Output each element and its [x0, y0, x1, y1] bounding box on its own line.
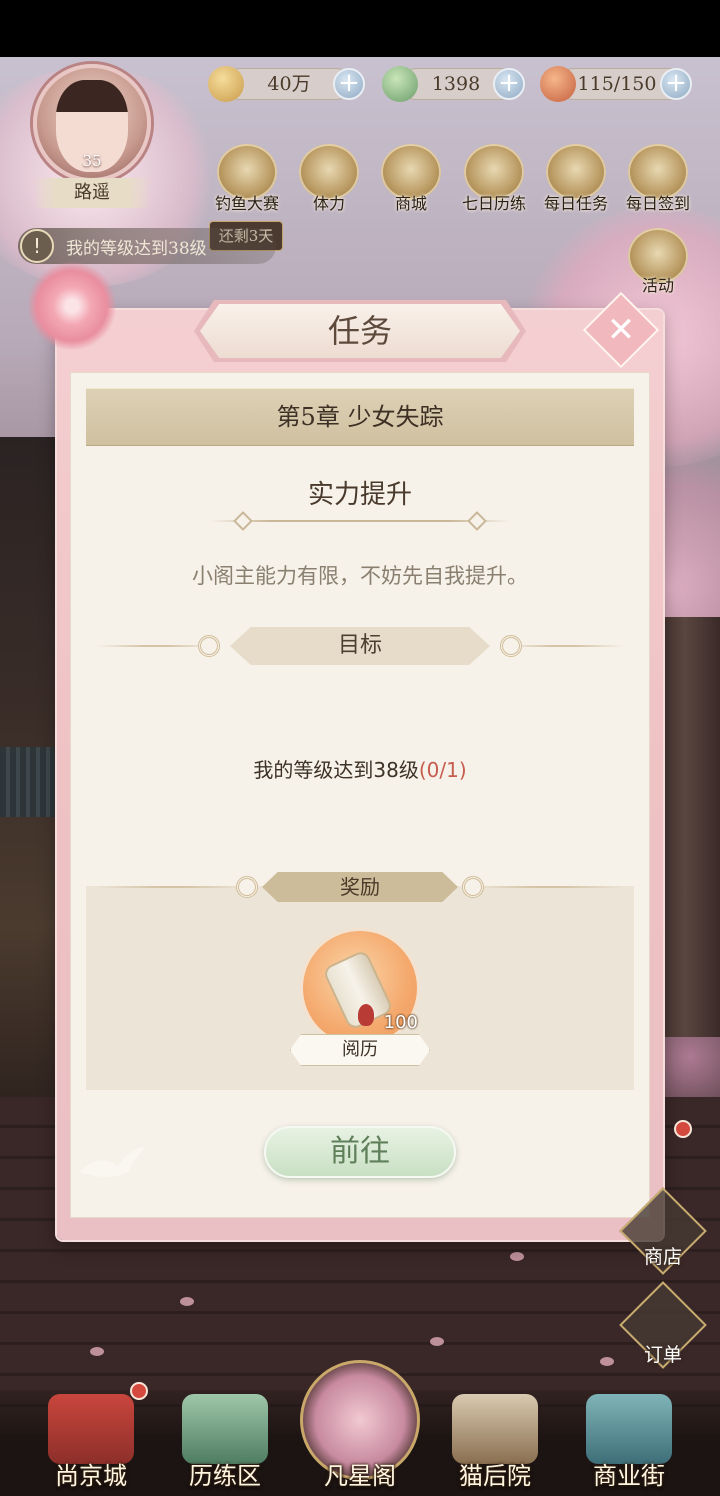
- knot-ornament-icon: [236, 876, 258, 898]
- divider: [474, 886, 624, 888]
- paw-coin-icon: [208, 66, 244, 102]
- task-description: 小阁主能力有限，不妨先自我提升。: [192, 564, 528, 588]
- dialog-title: 任务: [327, 312, 392, 350]
- mountain-icon[interactable]: [182, 1394, 268, 1464]
- mall-label[interactable]: 商城: [371, 190, 451, 214]
- goal-progress: (0/1): [418, 758, 467, 782]
- task-notice-text: 我的等级达到38级: [66, 239, 207, 259]
- divider: [504, 645, 624, 647]
- market-gate-icon[interactable]: [586, 1394, 672, 1464]
- add-jade-button[interactable]: +: [493, 68, 525, 100]
- stamina-label[interactable]: 体力: [289, 190, 369, 214]
- shop-label[interactable]: 商店: [628, 1242, 698, 1269]
- go-button-label[interactable]: 前往: [264, 1126, 456, 1178]
- knot-ornament-icon: [500, 635, 522, 657]
- nav-item-commerce-street[interactable]: 商业街: [574, 1456, 684, 1491]
- reward-header: 奖励: [340, 875, 380, 899]
- chapter-title: 第5章 少女失踪: [276, 403, 444, 431]
- coins-value: 40万: [267, 73, 311, 95]
- task-name: 实力提升: [307, 480, 412, 510]
- petal: [90, 1347, 104, 1356]
- daily-task-label[interactable]: 每日任务: [534, 190, 618, 214]
- divider: [96, 886, 246, 888]
- notification-dot: [674, 1120, 692, 1138]
- reward-name: 阅历: [342, 1039, 378, 1060]
- goal-description: 我的等级达到38级: [253, 758, 419, 782]
- food-basket-icon: [540, 66, 576, 102]
- crane-icon: [80, 1146, 146, 1177]
- fishing-contest-label[interactable]: 钓鱼大赛: [205, 190, 289, 214]
- reward-count: 100: [383, 1012, 418, 1033]
- notification-dot: [130, 1382, 148, 1400]
- jade-icon: [382, 66, 418, 102]
- city-gate-icon[interactable]: [48, 1394, 134, 1464]
- knot-ornament-icon: [198, 635, 220, 657]
- add-stamina-button[interactable]: +: [660, 68, 692, 100]
- daily-checkin-label[interactable]: 每日签到: [616, 190, 700, 214]
- plum-blossom-icon: [26, 262, 118, 350]
- activity-label[interactable]: 活动: [618, 272, 698, 296]
- petal: [600, 1357, 614, 1366]
- nav-item-capital[interactable]: 尚京城: [36, 1456, 146, 1491]
- exclamation-icon: !: [20, 229, 54, 263]
- jade-value: 1398: [431, 73, 481, 95]
- goal-header: 目标: [337, 633, 382, 658]
- goal-text: 我的等级达到38级(0/1): [70, 754, 650, 783]
- petal: [430, 1337, 444, 1346]
- nav-item-training[interactable]: 历练区: [170, 1456, 280, 1491]
- order-label[interactable]: 订单: [628, 1340, 698, 1367]
- player-level: 35: [82, 152, 102, 170]
- nav-item-star-pavilion[interactable]: 凡星阁: [305, 1456, 415, 1491]
- status-bar: [0, 0, 720, 57]
- petal: [510, 1252, 524, 1261]
- close-icon[interactable]: ✕: [594, 303, 648, 357]
- nav-item-cat-yard[interactable]: 猫后院: [440, 1456, 550, 1491]
- cat-icon[interactable]: [452, 1394, 538, 1464]
- knot-ornament-icon: [462, 876, 484, 898]
- divider: [210, 520, 510, 522]
- player-name: 路遥: [32, 178, 152, 208]
- add-coins-button[interactable]: +: [333, 68, 365, 100]
- petal: [180, 1297, 194, 1306]
- seven-day-label[interactable]: 七日历练: [452, 190, 536, 214]
- stamina-value: 115/150: [577, 73, 657, 95]
